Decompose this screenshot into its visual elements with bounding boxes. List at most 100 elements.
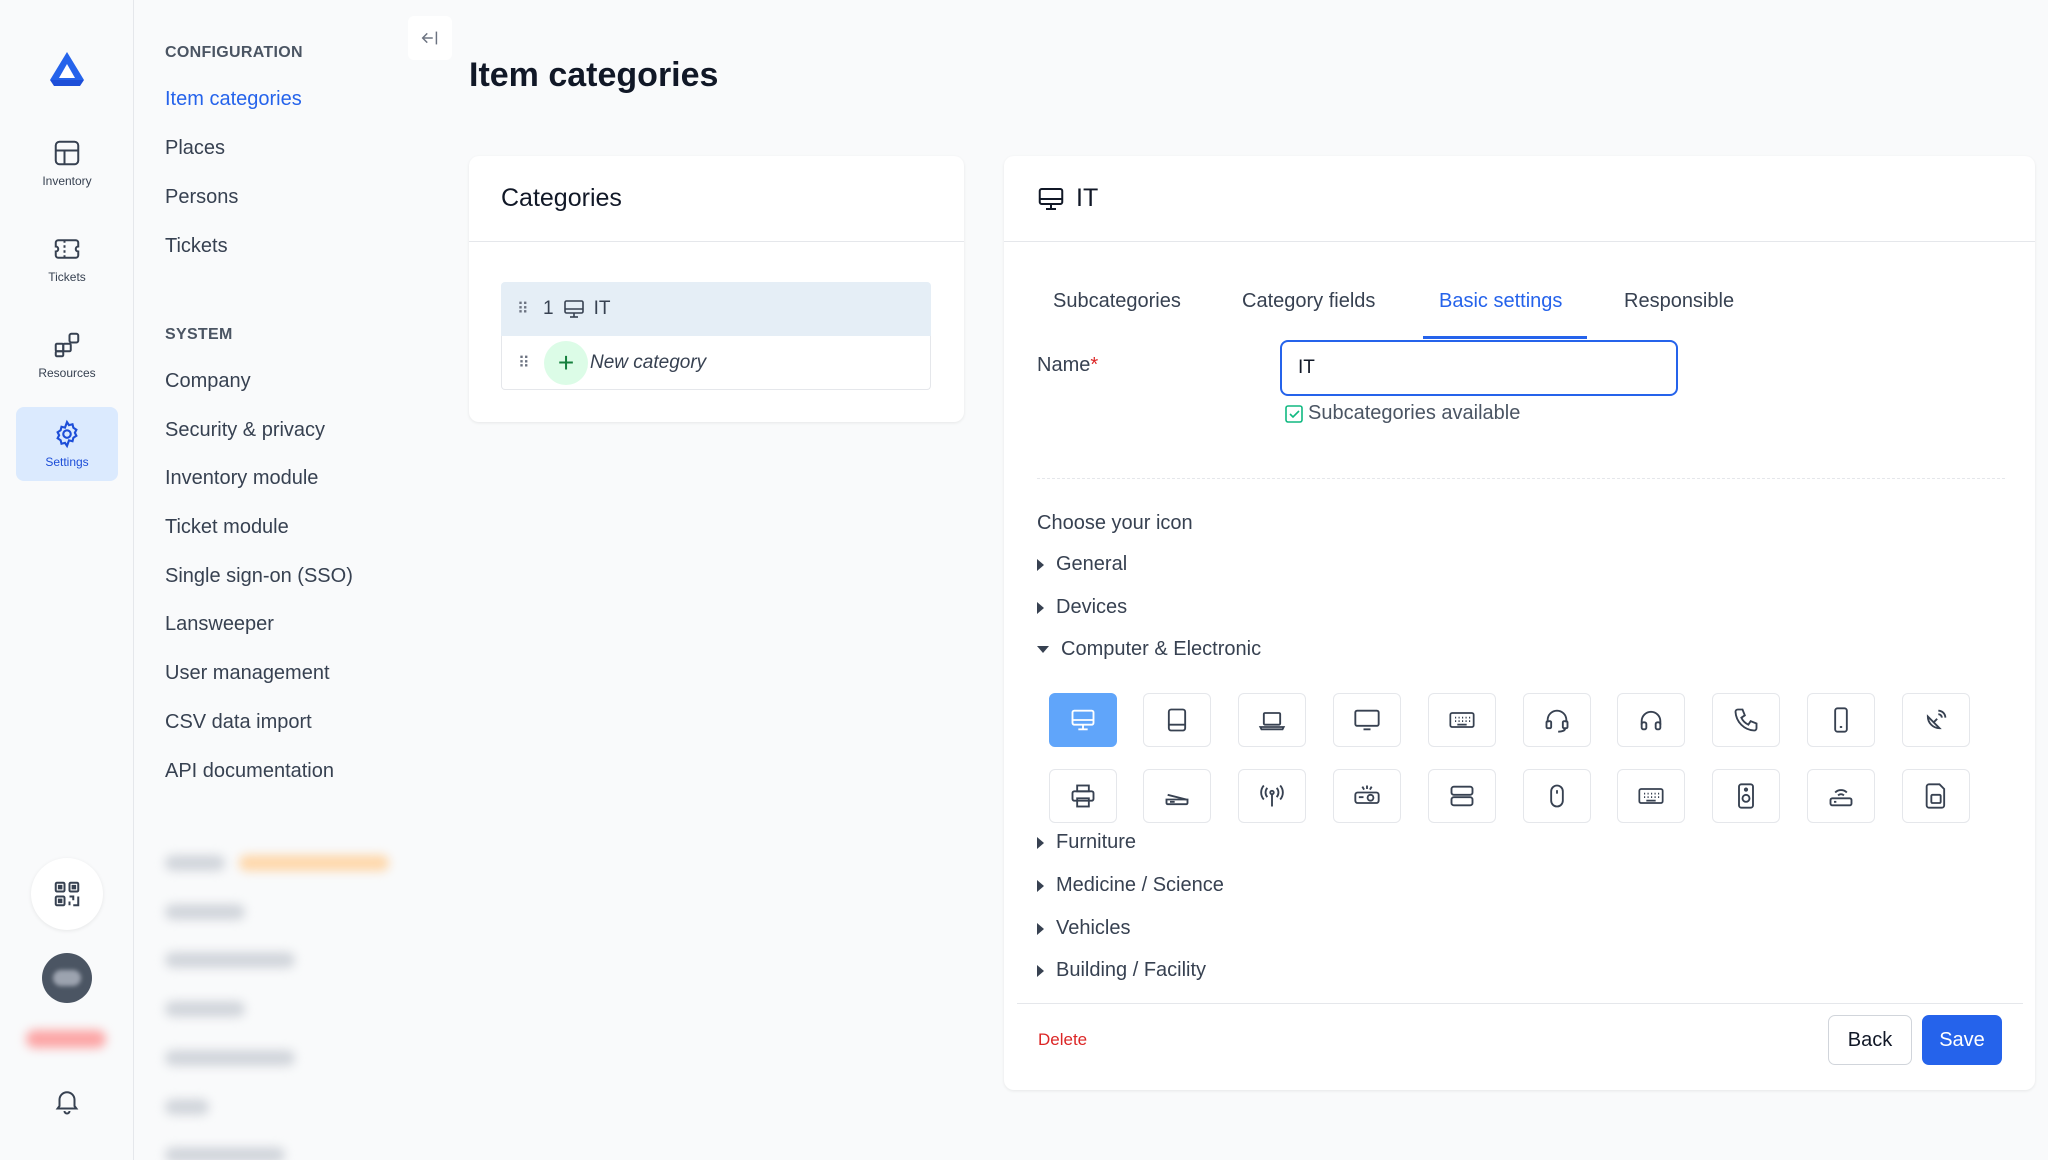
display-icon	[1354, 709, 1380, 731]
tab-category-fields[interactable]: Category fields	[1242, 290, 1375, 313]
app-logo-icon[interactable]	[46, 48, 88, 90]
icon-option-scanner[interactable]	[1143, 769, 1211, 823]
tab-subcategories[interactable]: Subcategories	[1053, 290, 1181, 313]
plus-icon[interactable]: +	[544, 340, 588, 385]
settings-nav: CONFIGURATION Item categories Places Per…	[135, 0, 455, 1160]
drag-handle-icon[interactable]: ⠿	[517, 299, 533, 319]
icon-group-furniture[interactable]: Furniture	[1037, 831, 1136, 854]
rail-item-tickets[interactable]: Tickets	[16, 222, 118, 296]
icon-option-speaker[interactable]	[1712, 769, 1780, 823]
icon-group-label: Vehicles	[1056, 917, 1131, 939]
page-title: Item categories	[469, 56, 719, 94]
nav-item-api-docs[interactable]: API documentation	[165, 760, 334, 783]
icon-option-headset[interactable]	[1523, 693, 1591, 747]
icon-option-monitor[interactable]	[1049, 693, 1117, 747]
nav-item-ticket-module[interactable]: Ticket module	[165, 516, 289, 539]
caret-right-icon	[1037, 879, 1044, 892]
gear-icon	[56, 419, 78, 449]
antenna-icon	[1260, 784, 1284, 807]
nav-item-csv-import[interactable]: CSV data import	[165, 711, 312, 734]
nav-item-security-privacy[interactable]: Security & privacy	[165, 419, 325, 442]
icon-group-label: Computer & Electronic	[1061, 638, 1262, 660]
icon-group-computer-electronic[interactable]: Computer & Electronic	[1037, 638, 1261, 661]
bell-icon[interactable]	[52, 1086, 82, 1116]
rail-item-label: Settings	[45, 455, 89, 469]
tab-responsible[interactable]: Responsible	[1624, 290, 1734, 313]
category-row-it[interactable]: ⠿ 1 IT	[501, 282, 931, 336]
subcategories-available-checkbox[interactable]: Subcategories available	[1284, 402, 1520, 425]
icon-option-printer[interactable]	[1049, 769, 1117, 823]
qr-scan-button[interactable]	[31, 858, 103, 930]
icon-option-headphones[interactable]	[1617, 693, 1685, 747]
icon-option-laptop[interactable]	[1238, 693, 1306, 747]
checkbox-checked-icon[interactable]	[1284, 404, 1304, 424]
icon-group-label: Building / Facility	[1056, 959, 1207, 981]
nav-heading-system: SYSTEM	[165, 326, 233, 343]
icon-option-projector[interactable]	[1333, 769, 1401, 823]
projector-icon	[1354, 785, 1380, 804]
caret-right-icon	[1037, 601, 1044, 614]
nav-item-places[interactable]: Places	[165, 137, 225, 160]
icon-option-server[interactable]	[1428, 769, 1496, 823]
nav-item-tickets[interactable]: Tickets	[165, 235, 228, 258]
caret-right-icon	[1037, 836, 1044, 849]
delete-button[interactable]: Delete	[1038, 1030, 1087, 1050]
new-category-row[interactable]: ⠿ + New category	[501, 336, 931, 390]
rail-item-settings[interactable]: Settings	[16, 407, 118, 481]
nav-item-company[interactable]: Company	[165, 370, 251, 393]
icon-option-antenna[interactable]	[1238, 769, 1306, 823]
nav-item-lansweeper[interactable]: Lansweeper	[165, 613, 274, 636]
icon-option-mouse[interactable]	[1523, 769, 1591, 823]
nav-item-sso[interactable]: Single sign-on (SSO)	[165, 565, 353, 588]
detail-card-title: IT	[1076, 184, 1099, 212]
collapse-left-icon	[421, 31, 438, 45]
new-category-label: New category	[590, 351, 707, 373]
icon-option-display[interactable]	[1333, 693, 1401, 747]
tab-basic-settings[interactable]: Basic settings	[1439, 290, 1562, 313]
icon-option-mobile[interactable]	[1807, 693, 1875, 747]
categories-card: Categories ⠿ 1 IT ⠿ + New category	[469, 156, 964, 422]
blurred-nav-item	[165, 1001, 245, 1017]
icon-group-building-facility[interactable]: Building / Facility	[1037, 959, 1206, 982]
icon-option-satellite-dish[interactable]	[1902, 693, 1970, 747]
mouse-icon	[1550, 784, 1564, 808]
icon-group-vehicles[interactable]: Vehicles	[1037, 917, 1131, 940]
categories-card-header: Categories	[469, 156, 964, 242]
caret-right-icon	[1037, 964, 1044, 977]
icon-group-general[interactable]: General	[1037, 553, 1127, 576]
categories-card-title: Categories	[501, 184, 622, 212]
rail-item-resources[interactable]: Resources	[16, 318, 118, 392]
name-field-label: Name*	[1037, 354, 1098, 377]
blurred-badge	[26, 1030, 106, 1048]
icon-option-keyboard-alt[interactable]	[1617, 769, 1685, 823]
save-button[interactable]: Save	[1922, 1015, 2002, 1065]
icon-rail: Inventory Tickets Resources Settings	[0, 0, 134, 1160]
back-button[interactable]: Back	[1828, 1015, 1912, 1065]
keyboard-icon	[1449, 712, 1475, 728]
name-input[interactable]	[1280, 340, 1678, 396]
server-icon	[1450, 785, 1474, 807]
icon-option-phone[interactable]	[1712, 693, 1780, 747]
nav-item-inventory-module[interactable]: Inventory module	[165, 467, 318, 490]
user-avatar[interactable]	[42, 953, 92, 1003]
icon-option-keyboard[interactable]	[1428, 693, 1496, 747]
caret-right-icon	[1037, 922, 1044, 935]
icon-group-label: General	[1056, 553, 1128, 575]
nav-item-item-categories[interactable]: Item categories	[165, 88, 302, 111]
nav-item-persons[interactable]: Persons	[165, 186, 238, 209]
rail-item-inventory[interactable]: Inventory	[16, 126, 118, 200]
nav-item-user-management[interactable]: User management	[165, 662, 330, 685]
icon-option-tablet[interactable]	[1143, 693, 1211, 747]
icon-option-sim-card[interactable]	[1902, 769, 1970, 823]
icon-group-label: Medicine / Science	[1056, 874, 1224, 896]
blocks-icon	[54, 332, 80, 358]
mobile-icon	[1834, 707, 1848, 733]
active-tab-indicator	[1423, 336, 1587, 339]
blurred-badge	[239, 855, 389, 871]
icon-group-devices[interactable]: Devices	[1037, 596, 1127, 619]
icon-group-medicine-science[interactable]: Medicine / Science	[1037, 874, 1224, 897]
rail-item-label: Inventory	[42, 174, 92, 188]
choose-icon-label: Choose your icon	[1037, 512, 1193, 534]
collapse-sidebar-button[interactable]	[408, 16, 452, 60]
icon-option-router[interactable]	[1807, 769, 1875, 823]
